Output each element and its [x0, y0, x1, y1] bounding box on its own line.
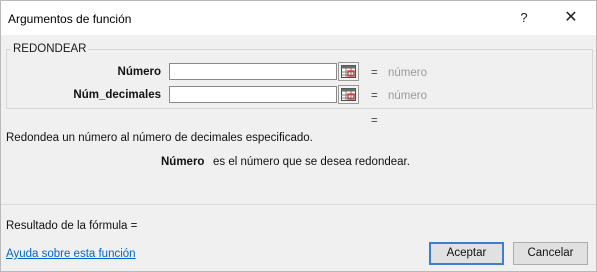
cancel-button[interactable]: Cancelar — [513, 242, 588, 265]
function-result-equals: = — [371, 115, 378, 127]
function-help-link[interactable]: Ayuda sobre esta función — [6, 248, 136, 260]
ok-button[interactable]: Aceptar — [429, 242, 504, 265]
arg-label-numero: Número — [117, 66, 161, 78]
arg-hint-numero: número — [388, 67, 427, 79]
numero-input[interactable] — [169, 63, 337, 80]
arg-help-name: Número — [161, 156, 205, 168]
dialog-title: Argumentos de función — [8, 12, 132, 26]
num-decimales-range-button[interactable] — [338, 85, 359, 104]
formula-result-label: Resultado de la fórmula = — [6, 220, 138, 232]
arg-label-num-decimales: Núm_decimales — [73, 89, 161, 101]
range-select-icon — [341, 88, 356, 101]
numero-range-button[interactable] — [338, 62, 359, 81]
close-icon: ✕ — [564, 9, 578, 26]
divider — [1, 204, 596, 205]
arg-help-text: es el número que se desea redondear. — [213, 156, 410, 168]
close-button[interactable]: ✕ — [556, 5, 586, 31]
title-bar: Argumentos de función ? ✕ — [1, 1, 596, 35]
function-arguments-dialog: Argumentos de función ? ✕ REDONDEAR Núme… — [0, 0, 597, 272]
question-mark-icon: ? — [520, 10, 528, 25]
help-button[interactable]: ? — [511, 5, 537, 31]
arg-hint-num-decimales: número — [388, 90, 427, 102]
range-select-icon — [341, 65, 356, 78]
arg-equals-num-decimales: = — [371, 90, 378, 102]
num-decimales-input[interactable] — [169, 86, 337, 103]
arg-equals-numero: = — [371, 67, 378, 79]
function-description: Redondea un número al número de decimale… — [6, 132, 313, 144]
function-name-label: REDONDEAR — [11, 43, 89, 55]
